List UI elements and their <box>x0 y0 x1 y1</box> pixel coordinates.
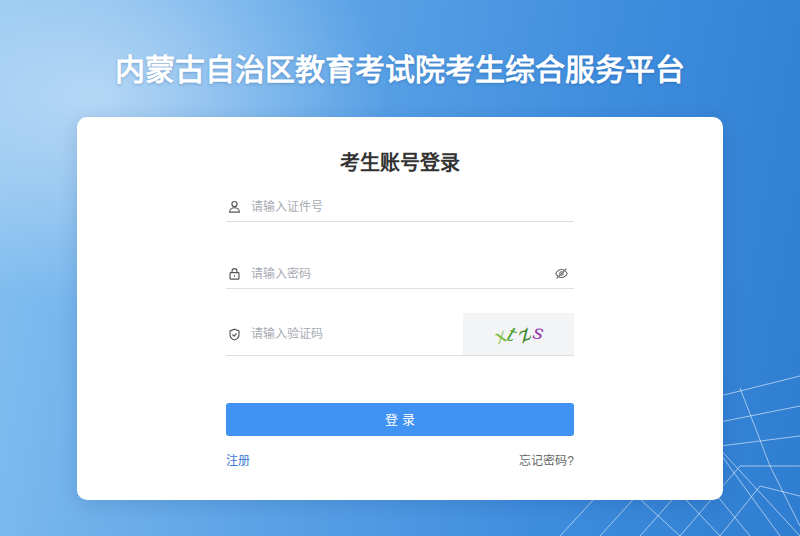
register-link[interactable]: 注册 <box>226 452 250 470</box>
lock-icon <box>228 267 241 280</box>
password-input[interactable] <box>251 261 545 287</box>
link-row: 注册 忘记密码? <box>226 452 574 470</box>
login-card: 考生账号登录 xtzs 登 录注册 忘记密码? <box>77 117 723 500</box>
shield-icon <box>228 328 241 341</box>
site-title: 内蒙古自治区教育考试院考生综合服务平台 <box>77 50 723 90</box>
user-icon <box>228 200 241 213</box>
login-button[interactable]: 登 录 <box>226 403 574 436</box>
page: 内蒙古自治区教育考试院考生综合服务平台考生账号登录 xtzs 登 录注册 忘记密码? <box>77 0 723 500</box>
captcha-input[interactable] <box>251 321 453 347</box>
login-form: xtzs 登 录注册 忘记密码? <box>226 192 574 470</box>
password-field-row <box>226 259 574 289</box>
text-field-row <box>226 192 574 222</box>
eye-slash-icon[interactable] <box>555 267 568 280</box>
captcha-image[interactable]: xtzs <box>463 313 574 355</box>
text-input[interactable] <box>251 194 572 220</box>
captcha-field-row: xtzs <box>226 313 574 356</box>
forgot-password-link[interactable]: 忘记密码? <box>519 452 574 470</box>
captcha-char: s <box>531 321 545 342</box>
login-heading: 考生账号登录 <box>77 149 723 177</box>
